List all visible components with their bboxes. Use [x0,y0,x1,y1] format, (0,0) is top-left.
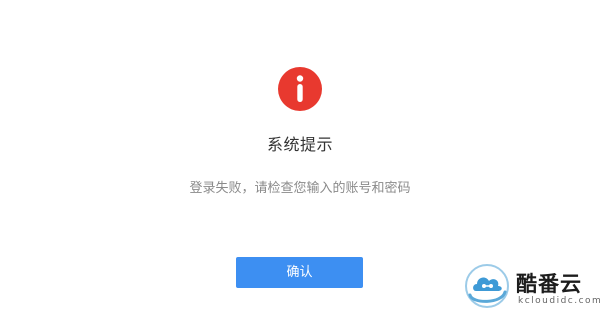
watermark-domain: kcloudidc.com [518,296,600,306]
watermark: 酷番云 kcloudidc.com [462,262,600,310]
watermark-brand-name: 酷番云 [516,272,582,296]
info-icon [278,67,322,111]
dialog-message: 登录失败，请检查您输入的账号和密码 [189,181,411,196]
cloud-logo-icon [462,262,512,310]
confirm-button[interactable]: 确认 [236,257,363,288]
dialog-title: 系统提示 [266,135,333,154]
